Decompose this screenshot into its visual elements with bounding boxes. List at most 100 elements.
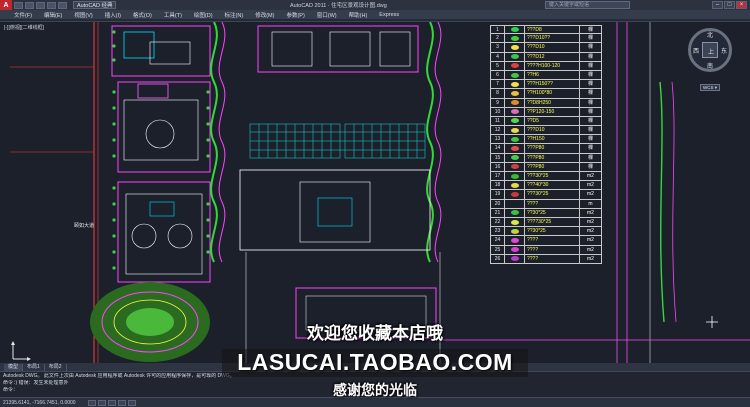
workspace-dropdown[interactable]: AutoCAD 经典 <box>73 1 117 9</box>
help-search-input[interactable]: 键入关键字或短语 <box>545 1 630 9</box>
legend-name: ???D10?? <box>527 35 551 42</box>
menu-item[interactable]: 编辑(E) <box>44 11 62 19</box>
legend-name: ???? <box>527 246 539 253</box>
legend-symbol-icon <box>505 43 525 52</box>
menu-item[interactable]: 文件(F) <box>14 11 32 19</box>
wcs-menu[interactable]: WCS ▾ <box>700 84 721 91</box>
legend-name: ???D10 <box>527 44 545 51</box>
plant-symbol-icon <box>510 72 519 78</box>
legend-row: 25???? m2 <box>490 245 602 255</box>
plant-legend-table: 1 ???D8 棵 2 ???D10?? 棵 3 ???D10 棵 4 ???D12 棵 5 ????H1… <box>490 25 602 264</box>
menu-item[interactable]: 工具(T) <box>164 11 182 19</box>
menu-item[interactable]: 视图(V) <box>74 11 92 19</box>
legend-name: ???P80 <box>527 145 545 152</box>
legend-unit: 棵 <box>579 43 601 52</box>
legend-number: 2 <box>491 34 505 43</box>
legend-row: 6 ??H6 棵 <box>490 70 602 81</box>
legend-symbol-icon <box>505 153 525 162</box>
new-file-icon[interactable] <box>14 1 23 9</box>
legend-symbol-icon <box>505 135 525 144</box>
plant-symbol-icon <box>510 109 519 115</box>
legend-symbol-icon <box>505 98 525 107</box>
legend-number: 25 <box>491 245 505 254</box>
menu-item[interactable]: 插入(I) <box>105 11 121 19</box>
legend-symbol-icon <box>505 208 525 217</box>
legend-number: 24 <box>491 236 505 245</box>
legend-number: 11 <box>491 116 505 126</box>
viewcube-face[interactable]: 上 <box>702 42 718 58</box>
legend-name: ???D8 <box>527 27 542 33</box>
menu-item[interactable]: 帮助(H) <box>349 11 368 19</box>
legend-name: ??H150 <box>527 136 545 143</box>
legend-symbol-icon <box>505 70 525 80</box>
legend-name: ??H6 <box>527 71 539 78</box>
plant-symbol-icon <box>510 146 519 152</box>
legend-unit: 棵 <box>579 98 601 107</box>
plant-symbol-icon <box>510 100 519 106</box>
legend-name: ??30*25 <box>527 209 546 216</box>
legend-unit: 棵 <box>579 126 601 135</box>
save-icon[interactable] <box>36 1 45 9</box>
menu-item[interactable]: 绘图(D) <box>194 11 213 19</box>
legend-number: 18 <box>491 181 505 190</box>
plant-symbol-icon <box>510 27 519 33</box>
watermark-url: LASUCAI.TAOBAO.COM <box>237 349 513 375</box>
legend-row: 24???? m2 <box>490 236 602 246</box>
legend-unit: m2 <box>579 236 601 245</box>
close-button[interactable]: × <box>736 1 747 9</box>
title-bar: A AutoCAD 经典 AutoCAD 2011 · 住宅区景观设计图.dwg… <box>0 0 750 10</box>
compass-south-label[interactable]: 南 <box>705 61 715 70</box>
legend-unit: m2 <box>579 245 601 254</box>
menu-item[interactable]: 标注(N) <box>225 11 244 19</box>
legend-row: 13 ??H150 棵 <box>490 135 602 145</box>
compass-north-label[interactable]: 北 <box>705 30 715 39</box>
compass-east-label[interactable]: 东 <box>719 46 729 55</box>
legend-name: ???P80 <box>527 154 545 161</box>
legend-row: 17 ???30*25 m2 <box>490 172 602 182</box>
ortho-toggle-icon[interactable] <box>107 399 116 406</box>
legend-symbol-icon <box>505 245 525 254</box>
legend-number: 16 <box>491 162 505 171</box>
polar-toggle-icon[interactable] <box>117 399 126 406</box>
viewport-controls[interactable]: [-][俯视][二维线框] <box>4 24 44 31</box>
viewcube-top-label: 上 <box>707 50 714 56</box>
redo-icon[interactable] <box>58 1 67 9</box>
minimize-button[interactable]: – <box>712 1 723 9</box>
watermark-line-1: 欢迎您收藏本店哦 <box>307 324 443 343</box>
watermark-line-3: 感谢您的光临 <box>333 382 417 398</box>
legend-symbol-icon <box>505 61 525 70</box>
menu-item[interactable]: 修改(M) <box>255 11 274 19</box>
legend-symbol-icon <box>505 199 525 208</box>
legend-unit: 棵 <box>579 34 601 43</box>
undo-icon[interactable] <box>47 1 56 9</box>
menu-item[interactable]: 格式(O) <box>133 11 152 19</box>
legend-unit: m2 <box>579 181 601 190</box>
site-plan-drawing <box>10 22 750 363</box>
menu-item[interactable]: 参数(P) <box>286 11 304 19</box>
plant-symbol-icon <box>510 182 519 188</box>
plant-symbol-icon <box>510 63 519 69</box>
autocad-logo-icon[interactable]: A <box>0 0 12 10</box>
legend-number: 10 <box>491 107 505 116</box>
osnap-toggle-icon[interactable] <box>127 399 136 406</box>
open-file-icon[interactable] <box>25 1 34 9</box>
legend-unit: 棵 <box>579 89 601 98</box>
legend-row: 18 ???40*30 m2 <box>490 181 602 191</box>
legend-number: 23 <box>491 227 505 236</box>
menu-item[interactable]: 窗口(W) <box>317 11 337 19</box>
snap-toggle-icon[interactable] <box>87 399 96 406</box>
compass-west-label[interactable]: 西 <box>691 46 701 55</box>
legend-symbol-icon <box>505 116 525 126</box>
drawing-canvas[interactable]: [-][俯视][二维线框] 颐如大道 1 ???D8 棵 2 ???D10?? … <box>0 22 750 363</box>
grid-toggle-icon[interactable] <box>97 399 106 406</box>
legend-row: 23 ??30*25 m2 <box>490 227 602 237</box>
legend-unit: 棵 <box>579 107 601 116</box>
autocad-window: A AutoCAD 经典 AutoCAD 2011 · 住宅区景观设计图.dwg… <box>0 0 750 407</box>
viewcube[interactable]: 上 北 南 西 东 <box>688 28 732 72</box>
legend-symbol-icon <box>505 162 525 171</box>
menu-item[interactable]: Express <box>379 12 399 18</box>
maximize-button[interactable]: □ <box>724 1 735 9</box>
legend-symbol-icon <box>505 181 525 190</box>
plant-symbol-icon <box>510 219 519 225</box>
plant-symbol-icon <box>510 191 519 197</box>
